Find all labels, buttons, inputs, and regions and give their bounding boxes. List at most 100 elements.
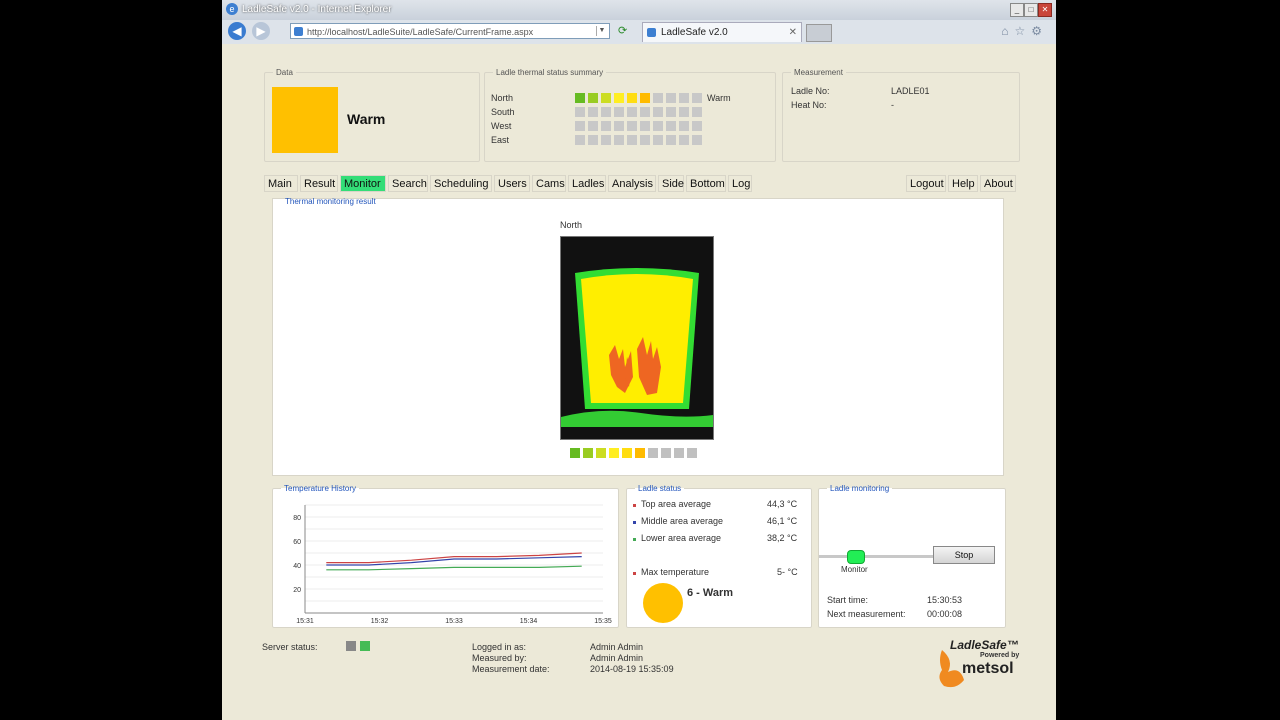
- summary-cell: [692, 121, 702, 131]
- status-row-label: Middle area average: [641, 516, 724, 526]
- menu-item-monitor[interactable]: Monitor: [340, 175, 386, 192]
- summary-cell: [627, 121, 637, 131]
- summary-cell: [627, 93, 637, 103]
- menu-item-analysis[interactable]: Analysis: [608, 175, 656, 192]
- menu-item-search[interactable]: Search: [388, 175, 428, 192]
- menu-item-bottom[interactable]: Bottom: [686, 175, 726, 192]
- heat-no-value: -: [891, 100, 894, 110]
- summary-cell: [679, 121, 689, 131]
- summary-cell: [653, 121, 663, 131]
- summary-cell: [653, 93, 663, 103]
- summary-cell: [627, 135, 637, 145]
- menu-item-logout[interactable]: Logout: [906, 175, 946, 192]
- x-tick-label: 15:32: [371, 618, 389, 625]
- status-dot: [633, 538, 636, 541]
- window-title: LadleSafe v2.0 - Internet Explorer: [242, 4, 392, 15]
- stop-button[interactable]: Stop: [933, 546, 995, 564]
- logo-powered: Powered by: [980, 652, 1020, 659]
- menu-item-users[interactable]: Users: [494, 175, 530, 192]
- next-measurement-value: 00:00:08: [927, 609, 963, 619]
- summary-row-name: East: [491, 135, 510, 145]
- menu-item-ladles[interactable]: Ladles: [568, 175, 606, 192]
- menu-item-help[interactable]: Help: [948, 175, 978, 192]
- view-label: North: [560, 220, 583, 230]
- forward-button[interactable]: ▶: [252, 22, 270, 40]
- status-text: Warm: [347, 111, 386, 127]
- data-box: Data Warm: [264, 68, 480, 162]
- data-legend: Data: [276, 68, 293, 77]
- thermal-image: [560, 236, 714, 440]
- summary-cell: [575, 121, 585, 131]
- menu-item-log[interactable]: Log: [728, 175, 752, 192]
- server-status-light-1: [346, 641, 356, 651]
- toolbar-icons[interactable]: ⌂☆⚙: [1001, 24, 1048, 38]
- logged-in-label: Logged in as:: [472, 642, 527, 652]
- y-tick-label: 80: [293, 515, 301, 522]
- summary-cell: [575, 107, 585, 117]
- title-bar: e LadleSafe v2.0 - Internet Explorer _ □…: [222, 0, 1056, 20]
- close-icon[interactable]: ✕: [1038, 3, 1052, 17]
- status-row-value: 44,3 °C: [767, 499, 798, 509]
- status-row-value: 38,2 °C: [767, 533, 798, 543]
- summary-cell: [692, 93, 702, 103]
- ladle-monitoring-box: Ladle monitoring Monitor Stop Start time…: [818, 484, 1006, 628]
- status-dot: [633, 504, 636, 507]
- heat-no-label: Heat No:: [791, 100, 827, 110]
- next-measurement-label: Next measurement:: [827, 609, 906, 619]
- y-tick-label: 20: [293, 587, 301, 594]
- url-field[interactable]: http://localhost/LadleSuite/LadleSafe/Cu…: [290, 23, 610, 39]
- menu-item-main[interactable]: Main: [264, 175, 298, 192]
- new-tab-button[interactable]: [806, 24, 832, 42]
- measured-by-label: Measured by:: [472, 653, 527, 663]
- chevron-down-icon[interactable]: ▼: [596, 26, 607, 36]
- menu-item-result[interactable]: Result: [300, 175, 338, 192]
- y-tick-label: 40: [293, 563, 301, 570]
- summary-cell: [588, 107, 598, 117]
- start-time-label: Start time:: [827, 595, 869, 605]
- summary-cell: [666, 121, 676, 131]
- summary-cell: [679, 135, 689, 145]
- refresh-icon[interactable]: ⟳: [618, 24, 632, 38]
- summary-cell: [640, 107, 650, 117]
- menu-item-cams[interactable]: Cams: [532, 175, 566, 192]
- summary-cell: [588, 121, 598, 131]
- maximize-icon[interactable]: □: [1024, 3, 1038, 17]
- page-icon: [294, 27, 303, 36]
- start-time-value: 15:30:53: [927, 595, 963, 605]
- temperature-chart: 20 40 60 80 15:31 15:32 15:33 15:34 15:35: [293, 504, 612, 625]
- summary-cell: [601, 107, 611, 117]
- summary-cell: [679, 107, 689, 117]
- scale-cell: [596, 448, 606, 458]
- monitor-slider-handle[interactable]: [847, 550, 865, 564]
- measurement-date-label: Measurement date:: [472, 664, 550, 674]
- x-tick-label: 15:33: [445, 618, 463, 625]
- scale-cell: [570, 448, 580, 458]
- scale-cell: [661, 448, 671, 458]
- series-line: [326, 556, 582, 566]
- menu-item-side[interactable]: Side: [658, 175, 684, 192]
- tab-close-icon[interactable]: ✕: [789, 23, 797, 43]
- tab-label: LadleSafe v2.0: [661, 27, 728, 38]
- minimize-icon[interactable]: _: [1010, 3, 1024, 17]
- summary-cell: [692, 135, 702, 145]
- back-button[interactable]: ◀: [228, 22, 246, 40]
- menu-item-about[interactable]: About: [980, 175, 1016, 192]
- summary-cell: [640, 135, 650, 145]
- status-row-label: Top area average: [641, 499, 712, 509]
- browser-tab[interactable]: LadleSafe v2.0 ✕: [642, 22, 802, 42]
- status-row-label: Lower area average: [641, 533, 722, 543]
- summary-cell: [666, 93, 676, 103]
- ie-logo-icon: e: [226, 3, 238, 15]
- max-temp-value: 5- °C: [777, 567, 798, 577]
- ladle-status-legend: Ladle status: [638, 484, 682, 493]
- x-tick-label: 15:35: [594, 618, 612, 625]
- summary-cell: [614, 121, 624, 131]
- monitor-slider-track[interactable]: [819, 555, 933, 558]
- chart-title: Temperature History: [284, 484, 357, 493]
- summary-cell: [640, 93, 650, 103]
- summary-cell: [601, 135, 611, 145]
- status-swatch: [272, 87, 338, 153]
- menu-item-scheduling[interactable]: Scheduling: [430, 175, 492, 192]
- summary-cell: [588, 93, 598, 103]
- summary-row-name: West: [491, 121, 512, 131]
